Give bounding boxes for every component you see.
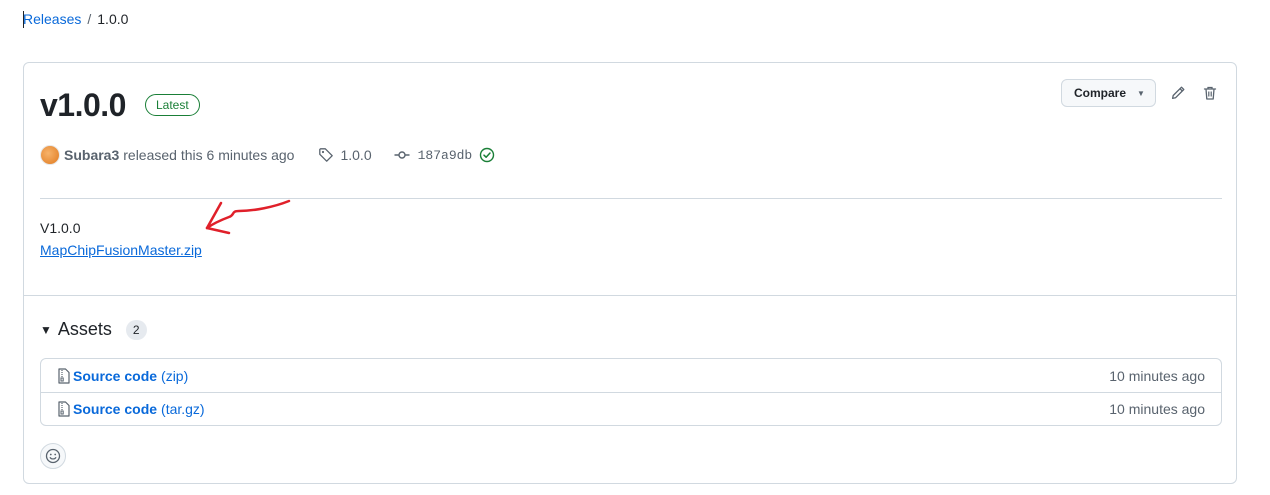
section-divider bbox=[24, 295, 1236, 296]
delete-button[interactable] bbox=[1200, 83, 1220, 103]
smiley-icon bbox=[45, 448, 61, 464]
breadcrumb-current: 1.0.0 bbox=[97, 11, 129, 27]
releases-link[interactable]: Releases bbox=[23, 11, 81, 27]
verified-check-icon[interactable] bbox=[479, 147, 495, 163]
avatar[interactable] bbox=[40, 145, 60, 165]
tag-icon bbox=[319, 148, 334, 162]
file-zip-icon bbox=[57, 401, 71, 417]
author-link[interactable]: Subara3 bbox=[64, 147, 119, 163]
asset-time: 10 minutes ago bbox=[1109, 401, 1205, 417]
pencil-icon bbox=[1171, 86, 1185, 100]
asset-time: 10 minutes ago bbox=[1109, 367, 1205, 384]
trash-icon bbox=[1203, 86, 1217, 100]
edit-button[interactable] bbox=[1168, 83, 1188, 103]
compare-button[interactable]: Compare ▼ bbox=[1061, 79, 1156, 107]
triangle-down-icon: ▼ bbox=[40, 322, 52, 337]
assets-toggle[interactable]: ▼ Assets 2 bbox=[40, 319, 147, 340]
release-download-link[interactable]: MapChipFusionMaster.zip bbox=[40, 238, 202, 262]
file-zip-icon bbox=[57, 367, 71, 384]
release-card: v1.0.0 Latest Compare ▼ Subara3 released… bbox=[23, 62, 1237, 484]
asset-ext[interactable]: (tar.gz) bbox=[161, 401, 205, 417]
commit-icon bbox=[394, 151, 410, 159]
asset-row[interactable]: Source code (zip) 10 minutes ago bbox=[41, 359, 1221, 392]
release-notes-version: V1.0.0 bbox=[40, 220, 81, 236]
release-meta: Subara3 released this 6 minutes ago 1.0.… bbox=[40, 145, 495, 165]
release-header: v1.0.0 Latest bbox=[40, 85, 200, 125]
annotation-arrow bbox=[205, 199, 291, 235]
chevron-down-icon: ▼ bbox=[1137, 88, 1145, 98]
asset-ext[interactable]: (zip) bbox=[161, 368, 188, 384]
breadcrumb-separator: / bbox=[87, 11, 92, 27]
tag-link[interactable]: 1.0.0 bbox=[318, 147, 372, 163]
commit-link[interactable]: 187a9db bbox=[394, 147, 473, 163]
asset-name[interactable]: Source code bbox=[73, 401, 157, 417]
asset-row[interactable]: Source code (tar.gz) 10 minutes ago bbox=[41, 392, 1221, 425]
commit-sha: 187a9db bbox=[417, 147, 473, 163]
released-text: released this 6 minutes ago bbox=[123, 147, 295, 163]
release-notes: V1.0.0 MapChipFusionMaster.zip bbox=[40, 218, 202, 262]
assets-count: 2 bbox=[125, 319, 147, 340]
release-title[interactable]: v1.0.0 bbox=[40, 85, 126, 125]
text-cursor bbox=[23, 11, 24, 28]
release-actions: Compare ▼ bbox=[1061, 79, 1220, 107]
asset-name[interactable]: Source code bbox=[73, 368, 157, 384]
compare-label: Compare bbox=[1074, 86, 1127, 100]
add-reaction-button[interactable] bbox=[40, 443, 66, 469]
tag-label: 1.0.0 bbox=[340, 147, 372, 163]
assets-heading: Assets bbox=[57, 319, 112, 339]
breadcrumb: Releases / 1.0.0 bbox=[23, 11, 129, 28]
latest-badge: Latest bbox=[144, 94, 200, 116]
assets-list: Source code (zip) 10 minutes ago Source … bbox=[40, 358, 1222, 426]
